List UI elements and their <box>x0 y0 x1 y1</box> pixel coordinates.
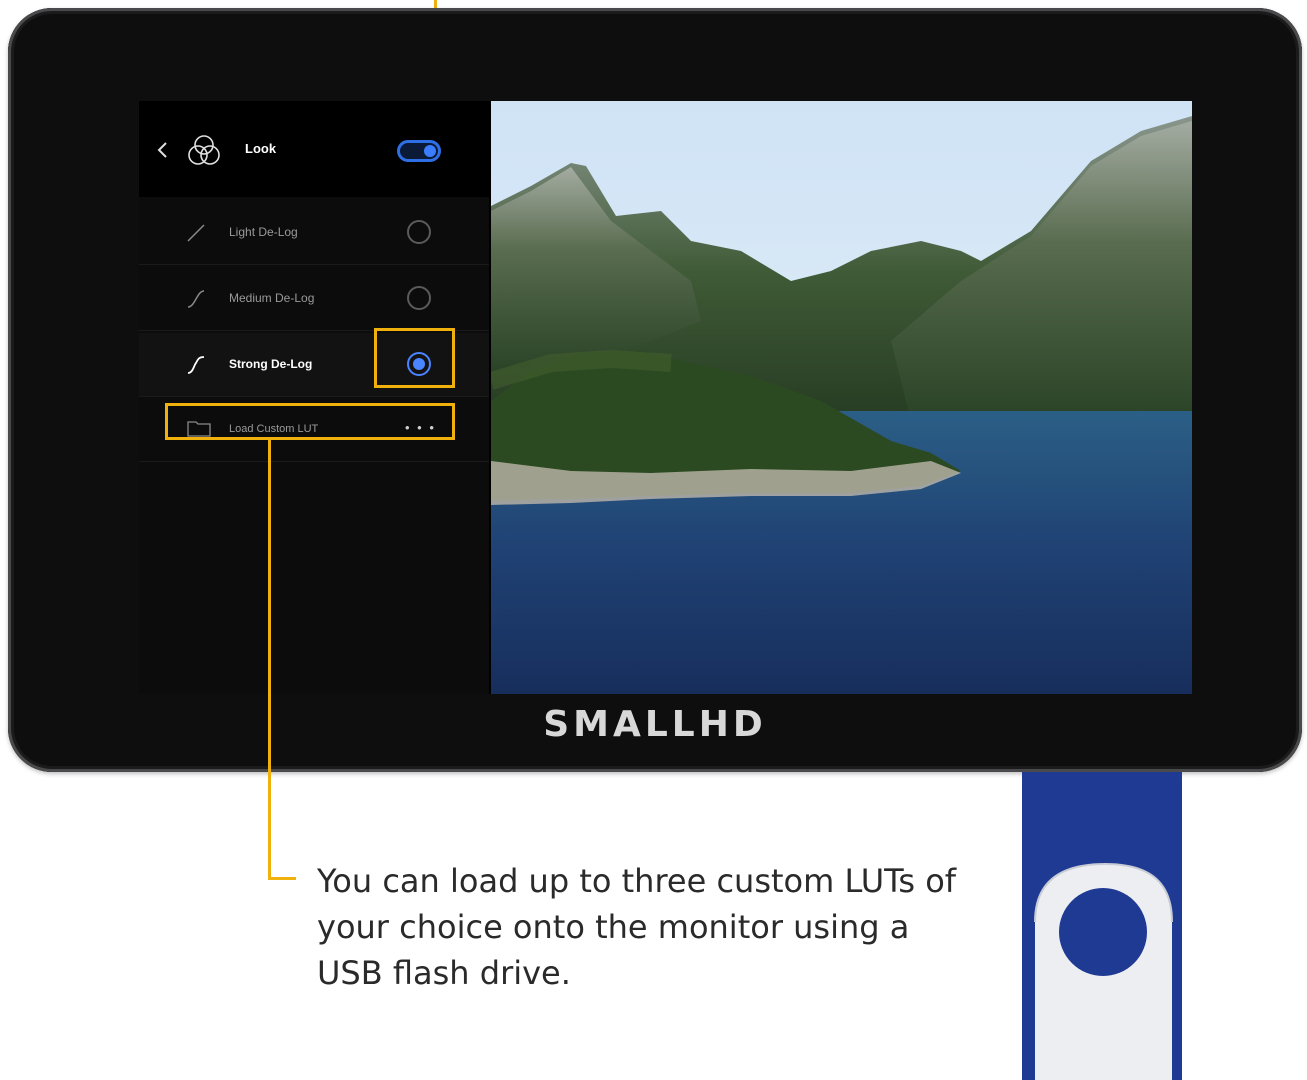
option-label: Medium De-Log <box>229 291 315 305</box>
back-chevron-icon[interactable] <box>155 139 171 161</box>
monitor-screen: Look Light De-Log Medium De-Log Strong D… <box>139 101 1192 694</box>
monitor-device: Look Light De-Log Medium De-Log Strong D… <box>8 8 1302 772</box>
live-preview-image <box>491 101 1192 694</box>
usb-flash-drive <box>1022 772 1182 1080</box>
menu-header: Look <box>139 101 489 197</box>
color-circles-icon <box>188 135 220 165</box>
brand-logo: SMALLHD <box>543 704 767 745</box>
medium-curve-icon <box>187 290 205 308</box>
s-curve-icon <box>187 356 205 374</box>
lut-option-medium-delog[interactable]: Medium De-Log <box>139 267 489 331</box>
toggle-knob <box>424 145 436 157</box>
look-menu-panel: Look Light De-Log Medium De-Log Strong D… <box>139 101 489 694</box>
look-toggle[interactable] <box>397 140 441 162</box>
linear-curve-icon <box>187 224 205 242</box>
selected-radio-callout <box>374 328 455 388</box>
radio-button[interactable] <box>407 220 431 244</box>
menu-title: Look <box>245 141 277 156</box>
callout-line-vertical <box>268 440 271 880</box>
option-label: Light De-Log <box>229 225 298 239</box>
lut-option-light-delog[interactable]: Light De-Log <box>139 201 489 265</box>
caption-text: You can load up to three custom LUTs of … <box>317 862 957 992</box>
option-label: Strong De-Log <box>229 357 313 371</box>
radio-button[interactable] <box>407 286 431 310</box>
load-lut-callout <box>165 403 455 440</box>
callout-line-horizontal <box>268 877 296 880</box>
